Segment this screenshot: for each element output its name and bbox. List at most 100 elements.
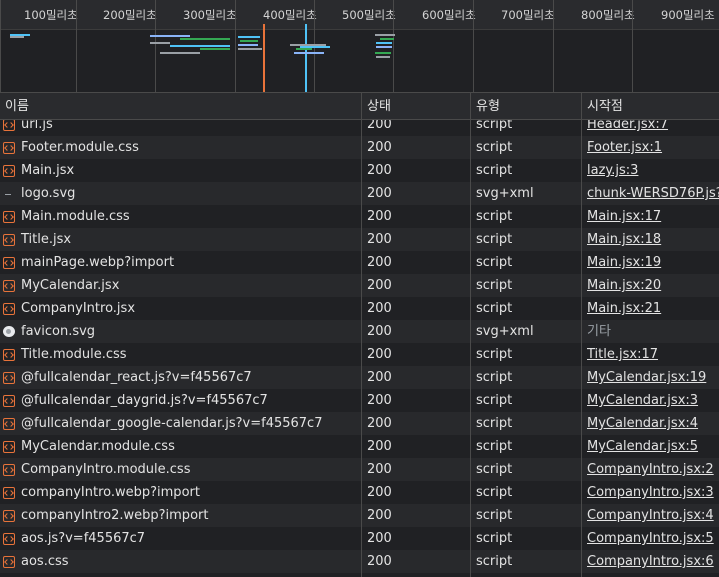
request-status: 200: [367, 416, 392, 431]
request-type: script: [476, 370, 513, 385]
request-status: 200: [367, 485, 392, 500]
request-initiator-link[interactable]: Main.jsx:17: [587, 205, 719, 228]
request-initiator-link[interactable]: MyCalendar.jsx:5: [587, 435, 719, 458]
table-row[interactable]: CompanyIntro.module.css 200 script CompanyI…: [0, 458, 719, 481]
script-icon: [3, 348, 15, 361]
table-row[interactable]: aos.css 200 script CompanyIntro.jsx:6: [0, 550, 719, 573]
table-row[interactable]: companyIntro.webp?import 200 script Company…: [0, 481, 719, 504]
request-initiator-link[interactable]: Title.jsx:17: [587, 343, 719, 366]
request-initiator-link[interactable]: Main.jsx:18: [587, 228, 719, 251]
request-name: aos.css: [21, 554, 69, 569]
request-type: script: [476, 531, 513, 546]
request-type: script: [476, 416, 513, 431]
timeline-tick-label: 900밀리초: [661, 8, 715, 22]
timeline-gridline: [553, 0, 554, 92]
request-status: 200: [367, 508, 392, 523]
column-header-status[interactable]: 상태: [362, 93, 391, 120]
table-row[interactable]: mainPage.webp?import 200 script Main.jsx:19: [0, 251, 719, 274]
request-type: script: [476, 209, 513, 224]
request-name: @fullcalendar_google-calendar.js?v=f4556…: [21, 416, 323, 431]
request-name: companyIntro.webp?import: [21, 485, 200, 500]
waterfall-bar: [10, 36, 24, 38]
timeline-tick-label: 600밀리초: [422, 8, 476, 22]
script-icon: [3, 509, 15, 522]
request-initiator-link[interactable]: MyCalendar.jsx:3: [587, 389, 719, 412]
table-row[interactable]: Title.module.css 200 script Title.jsx:17: [0, 343, 719, 366]
waterfall-bar: [375, 34, 395, 36]
waterfall-bar: [150, 35, 190, 37]
waterfall-bar: [240, 40, 258, 42]
request-type: script: [476, 140, 513, 155]
script-icon: [3, 463, 15, 476]
table-row[interactable]: aos.js?v=f45567c7 200 script CompanyIntro.j…: [0, 527, 719, 550]
table-row[interactable]: MyCalendar.module.css 200 script MyCalendar…: [0, 435, 719, 458]
request-initiator-link[interactable]: lazy.js:3: [587, 159, 719, 182]
request-status: 200: [367, 186, 392, 201]
column-header-name[interactable]: 이름: [0, 93, 29, 120]
table-row[interactable]: Main.module.css 200 script Main.jsx:17: [0, 205, 719, 228]
requests-table[interactable]: url.js 200 script Header.jsx:7 Footer.mo…: [0, 92, 719, 577]
timeline-gridline: [0, 0, 1, 92]
waterfall-bar: [170, 45, 230, 47]
table-row[interactable]: logo.svg 200 svg+xml chunk-WERSD76P.js?v=: [0, 182, 719, 205]
request-name: favicon.svg: [21, 324, 96, 339]
table-row[interactable]: companyIntro2.webp?import 200 script Compan…: [0, 504, 719, 527]
request-type: script: [476, 255, 513, 270]
timeline-tick-label: 400밀리초: [263, 8, 317, 22]
request-initiator-link[interactable]: Main.jsx:20: [587, 274, 719, 297]
table-row[interactable]: Title.jsx 200 script Main.jsx:18: [0, 228, 719, 251]
timeline-tick-label: 200밀리초: [103, 8, 157, 22]
request-initiator-link[interactable]: Main.jsx:21: [587, 297, 719, 320]
waterfall-bar: [376, 42, 392, 44]
column-divider[interactable]: [581, 93, 582, 577]
request-initiator-link[interactable]: CompanyIntro.jsx:4: [587, 504, 719, 527]
column-divider[interactable]: [361, 93, 362, 577]
request-initiator-link[interactable]: CompanyIntro.jsx:5: [587, 527, 719, 550]
request-name: @fullcalendar_react.js?v=f45567c7: [21, 370, 252, 385]
script-icon: [3, 302, 15, 315]
column-divider[interactable]: [470, 93, 471, 577]
requests-rows: url.js 200 script Header.jsx:7 Footer.mo…: [0, 113, 719, 573]
waterfall-bar: [180, 38, 230, 40]
request-initiator-link[interactable]: CompanyIntro.jsx:3: [587, 481, 719, 504]
request-type: script: [476, 462, 513, 477]
waterfall-bar: [375, 52, 391, 54]
request-initiator-link[interactable]: Footer.jsx:1: [587, 136, 719, 159]
request-status: 200: [367, 370, 392, 385]
table-row[interactable]: @fullcalendar_daygrid.js?v=f45567c7 200 sc…: [0, 389, 719, 412]
request-name: logo.svg: [21, 186, 76, 201]
table-row[interactable]: @fullcalendar_google-calendar.js?v=f4556…: [0, 412, 719, 435]
request-initiator-link[interactable]: MyCalendar.jsx:4: [587, 412, 719, 435]
request-name: Title.jsx: [21, 232, 72, 247]
table-row[interactable]: Footer.module.css 200 script Footer.jsx:1: [0, 136, 719, 159]
request-initiator-link[interactable]: CompanyIntro.jsx:6: [587, 550, 719, 573]
table-row[interactable]: Main.jsx 200 script lazy.js:3: [0, 159, 719, 182]
timeline-ruler: 100밀리초 200밀리초 300밀리초 400밀리초 500밀리초 600밀리초 700밀…: [0, 0, 719, 30]
column-header-initiator[interactable]: 시작점: [582, 93, 623, 120]
timeline-gridline: [235, 0, 236, 92]
request-status: 200: [367, 554, 392, 569]
request-type: script: [476, 232, 513, 247]
table-row[interactable]: CompanyIntro.jsx 200 script Main.jsx:21: [0, 297, 719, 320]
table-row[interactable]: @fullcalendar_react.js?v=f45567c7 200 scri…: [0, 366, 719, 389]
column-header-type[interactable]: 유형: [471, 93, 500, 120]
request-name: CompanyIntro.module.css: [21, 462, 191, 477]
request-status: 200: [367, 255, 392, 270]
request-type: script: [476, 554, 513, 569]
table-row[interactable]: MyCalendar.jsx 200 script Main.jsx:20: [0, 274, 719, 297]
request-type: script: [476, 393, 513, 408]
request-type: script: [476, 347, 513, 362]
request-initiator-link[interactable]: chunk-WERSD76P.js?v=: [587, 182, 719, 205]
script-icon: [3, 371, 15, 384]
network-overview[interactable]: 100밀리초 200밀리초 300밀리초 400밀리초 500밀리초 600밀리초 700밀…: [0, 0, 719, 92]
script-icon: [3, 486, 15, 499]
request-initiator-link[interactable]: CompanyIntro.jsx:2: [587, 458, 719, 481]
request-type: script: [476, 439, 513, 454]
request-initiator-link[interactable]: MyCalendar.jsx:19: [587, 366, 719, 389]
timeline-gridline: [76, 0, 77, 92]
request-type: svg+xml: [476, 186, 534, 201]
table-row[interactable]: favicon.svg 200 svg+xml 기타: [0, 320, 719, 343]
timeline-gridline: [155, 0, 156, 92]
request-status: 200: [367, 140, 392, 155]
request-initiator-link[interactable]: Main.jsx:19: [587, 251, 719, 274]
